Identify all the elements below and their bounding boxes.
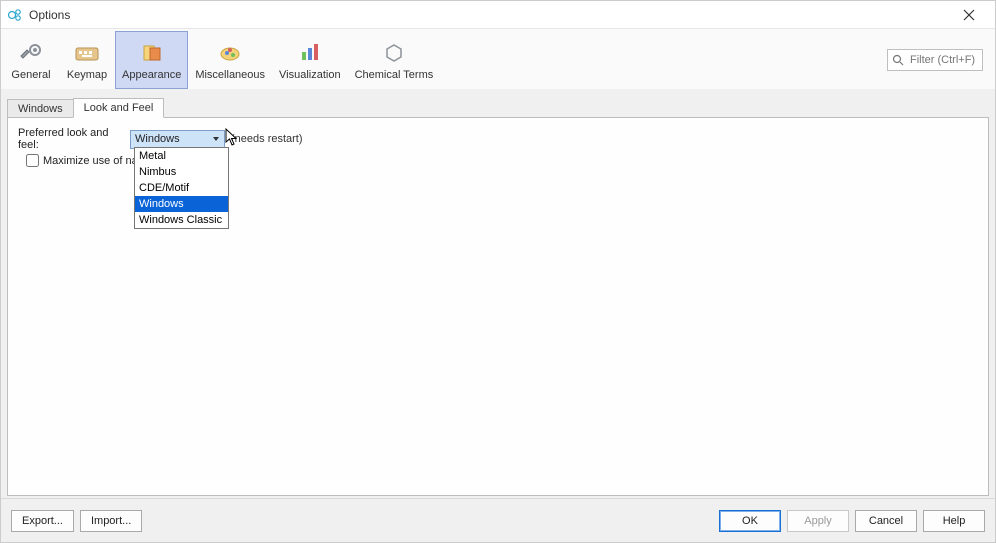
search-icon [892,54,904,66]
category-keymap[interactable]: Keymap [59,31,115,89]
keymap-icon [73,39,101,67]
category-miscellaneous[interactable]: Miscellaneous [188,31,272,89]
category-visualization[interactable]: Visualization [272,31,348,89]
maximize-native-label: Maximize use of nat [43,155,141,167]
filter-search[interactable] [887,49,983,71]
options-body: Windows Look and Feel Preferred look and… [1,89,995,500]
tab-content: Preferred look and feel: Windows (needs … [7,117,989,496]
app-icon [7,7,23,23]
general-icon [17,39,45,67]
miscellaneous-icon [216,39,244,67]
apply-button: Apply [787,510,849,532]
laf-selected-value: Windows [135,133,180,145]
titlebar: Options [1,1,995,29]
category-appearance[interactable]: Appearance [115,31,188,89]
laf-option-cde-motif[interactable]: CDE/Motif [135,180,228,196]
filter-input[interactable] [908,53,978,67]
category-label: General [11,69,50,81]
window-close-button[interactable] [949,1,989,29]
category-label: Miscellaneous [195,69,265,81]
help-button[interactable]: Help [923,510,985,532]
category-general[interactable]: General [3,31,59,89]
window-title: Options [29,8,70,22]
category-toolbar: General Keymap Appearance [1,29,995,89]
button-bar: Export... Import... OK Apply Cancel Help [1,498,995,542]
laf-option-nimbus[interactable]: Nimbus [135,164,228,180]
export-button[interactable]: Export... [11,510,74,532]
laf-combobox[interactable]: Windows [130,130,225,149]
laf-option-windows-classic[interactable]: Windows Classic [135,212,228,228]
subtab-windows[interactable]: Windows [7,99,74,118]
ok-button[interactable]: OK [719,510,781,532]
category-chemical-terms[interactable]: Chemical Terms [348,31,441,89]
import-button[interactable]: Import... [80,510,142,532]
visualization-icon [296,39,324,67]
chemical-terms-icon [380,39,408,67]
laf-dropdown-list[interactable]: Metal Nimbus CDE/Motif Windows Windows C… [134,147,229,229]
laf-label: Preferred look and feel: [18,127,130,151]
subtab-bar: Windows Look and Feel [7,93,989,117]
category-label: Keymap [67,69,107,81]
cancel-button[interactable]: Cancel [855,510,917,532]
maximize-native-checkbox[interactable] [26,154,39,167]
subtab-look-and-feel[interactable]: Look and Feel [73,98,165,118]
close-icon [963,9,975,21]
laf-hint: (needs restart) [231,133,303,145]
laf-option-windows[interactable]: Windows [135,196,228,212]
appearance-icon [138,39,166,67]
category-label: Chemical Terms [355,69,434,81]
chevron-down-icon [212,135,220,143]
laf-option-metal[interactable]: Metal [135,148,228,164]
category-label: Visualization [279,69,341,81]
category-label: Appearance [122,69,181,81]
